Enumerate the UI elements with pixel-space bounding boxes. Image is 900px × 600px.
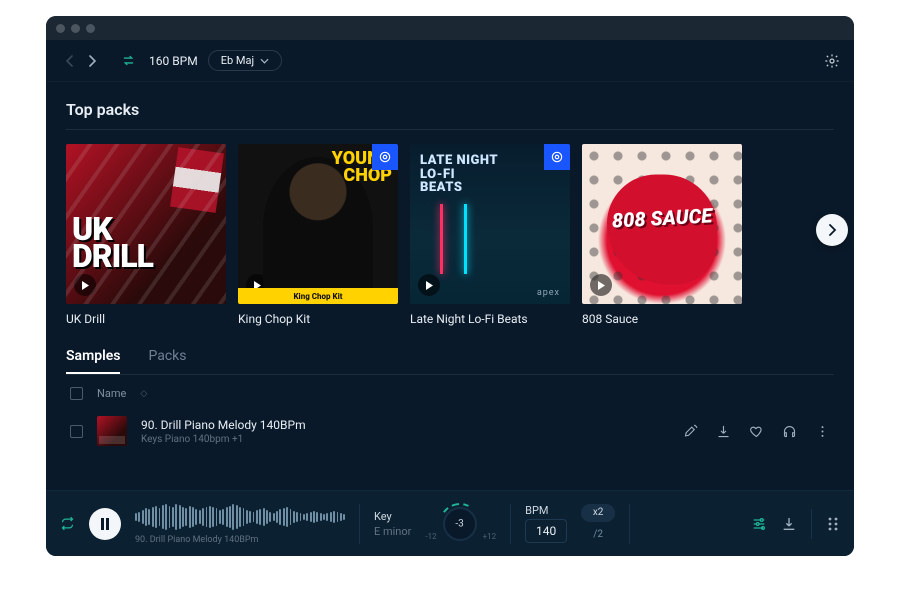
titlebar bbox=[46, 16, 854, 40]
chevron-down-icon bbox=[260, 58, 269, 64]
loop-toggle[interactable] bbox=[60, 516, 75, 531]
pack-label: UK Drill bbox=[66, 312, 226, 326]
grip-icon bbox=[826, 516, 840, 532]
window-minimize-dot[interactable] bbox=[71, 24, 80, 33]
key-value: E minor bbox=[374, 525, 411, 538]
pack-artwork: YOUNG CHOP King Chop Kit bbox=[238, 144, 398, 304]
tempo-double-button[interactable]: x2 bbox=[581, 504, 615, 522]
provider-badge-icon bbox=[544, 144, 570, 170]
carousel-next-button[interactable] bbox=[816, 214, 848, 246]
sliders-icon bbox=[751, 516, 767, 532]
gear-icon bbox=[824, 53, 840, 69]
pitch-value: -3 bbox=[455, 518, 463, 529]
results-tabs: Samples Packs bbox=[66, 348, 834, 375]
nav-arrows bbox=[60, 50, 102, 72]
divider bbox=[510, 504, 511, 544]
bpm-label: BPM bbox=[525, 504, 567, 517]
play-pause-button[interactable] bbox=[89, 508, 121, 540]
nav-back-button[interactable] bbox=[60, 50, 80, 72]
packs-carousel: UK DRILL UK Drill YOUNG CHOP bbox=[66, 144, 834, 326]
sort-icon[interactable]: ◇ bbox=[140, 389, 147, 399]
key-label: Key bbox=[374, 510, 411, 523]
key-selector-label: Eb Maj bbox=[221, 54, 254, 67]
row-checkbox[interactable] bbox=[70, 425, 83, 438]
tab-packs[interactable]: Packs bbox=[148, 348, 186, 374]
player-right-actions bbox=[751, 509, 840, 539]
download-icon bbox=[781, 516, 797, 532]
drag-handle[interactable] bbox=[826, 516, 840, 532]
main-content: Top packs UK DRILL UK Drill bbox=[46, 82, 854, 490]
pack-artwork: LATE NIGHT LO-FI BEATS apex bbox=[410, 144, 570, 304]
pack-card[interactable]: UK DRILL UK Drill bbox=[66, 144, 226, 326]
player-bar: 90. Drill Piano Melody 140BPm Key E mino… bbox=[46, 490, 854, 556]
pitch-min-label: -12 bbox=[425, 532, 436, 541]
list-header: Name ◇ bbox=[66, 375, 834, 410]
window-zoom-dot[interactable] bbox=[86, 24, 95, 33]
row-actions bbox=[683, 424, 830, 439]
pack-card[interactable]: YOUNG CHOP King Chop Kit King Chop Kit bbox=[238, 144, 398, 326]
bpm-control: BPM 140 bbox=[525, 504, 567, 543]
pitch-control: -12 -3 +12 bbox=[425, 507, 496, 541]
favorite-button[interactable] bbox=[749, 424, 764, 439]
pack-label: King Chop Kit bbox=[238, 312, 398, 326]
pack-label: 808 Sauce bbox=[582, 312, 742, 326]
provider-badge-icon bbox=[372, 144, 398, 170]
sync-icon[interactable] bbox=[122, 54, 135, 67]
divider bbox=[629, 504, 630, 544]
app-window: 160 BPM Eb Maj Top packs UK bbox=[46, 16, 854, 556]
tempo-half-button[interactable]: /2 bbox=[581, 526, 615, 544]
waveform[interactable] bbox=[135, 502, 345, 532]
preview-headphones-button[interactable] bbox=[782, 424, 797, 439]
divider bbox=[811, 509, 812, 539]
waveform-area[interactable]: 90. Drill Piano Melody 140BPm bbox=[135, 502, 345, 545]
sample-thumbnail bbox=[97, 416, 127, 446]
window-close-dot[interactable] bbox=[56, 24, 65, 33]
player-download-button[interactable] bbox=[781, 516, 797, 532]
select-all-checkbox[interactable] bbox=[70, 387, 83, 400]
divider bbox=[66, 129, 834, 130]
pack-play-button[interactable] bbox=[418, 274, 440, 296]
section-title: Top packs bbox=[66, 100, 834, 119]
pitch-knob[interactable]: -3 bbox=[443, 507, 477, 541]
pack-artwork: UK DRILL bbox=[66, 144, 226, 304]
pack-artwork: 808 SAUCE bbox=[582, 144, 742, 304]
key-selector[interactable]: Eb Maj bbox=[208, 50, 282, 71]
pack-label: Late Night Lo-Fi Beats bbox=[410, 312, 570, 326]
more-menu-button[interactable] bbox=[815, 424, 830, 439]
download-button[interactable] bbox=[716, 424, 731, 439]
tempo-multiplier: x2 /2 bbox=[581, 504, 615, 544]
now-playing-label: 90. Drill Piano Melody 140BPm bbox=[135, 535, 345, 545]
arrow-right-icon bbox=[826, 224, 838, 236]
toolbar: 160 BPM Eb Maj bbox=[46, 40, 854, 82]
column-name[interactable]: Name bbox=[97, 387, 126, 400]
pack-card[interactable]: LATE NIGHT LO-FI BEATS apex Late Night L… bbox=[410, 144, 570, 326]
pitch-max-label: +12 bbox=[483, 532, 497, 541]
sample-text: 90. Drill Piano Melody 140BPm Keys Piano… bbox=[141, 418, 306, 445]
nav-forward-button[interactable] bbox=[82, 50, 102, 72]
settings-button[interactable] bbox=[824, 53, 840, 69]
bpm-input[interactable]: 140 bbox=[525, 519, 567, 543]
sample-title: 90. Drill Piano Melody 140BPm bbox=[141, 418, 306, 432]
loop-icon bbox=[60, 516, 75, 531]
sample-row[interactable]: 90. Drill Piano Melody 140BPm Keys Piano… bbox=[66, 410, 834, 452]
filters-button[interactable] bbox=[751, 516, 767, 532]
pack-card[interactable]: 808 SAUCE 808 Sauce bbox=[582, 144, 742, 326]
divider bbox=[359, 504, 360, 544]
key-display: Key E minor bbox=[374, 510, 411, 538]
guided-edit-button[interactable] bbox=[683, 424, 698, 439]
bpm-readout[interactable]: 160 BPM bbox=[149, 54, 198, 68]
tab-samples[interactable]: Samples bbox=[66, 348, 120, 374]
sample-meta: Keys Piano 140bpm +1 bbox=[141, 434, 306, 445]
pause-icon bbox=[100, 518, 110, 530]
